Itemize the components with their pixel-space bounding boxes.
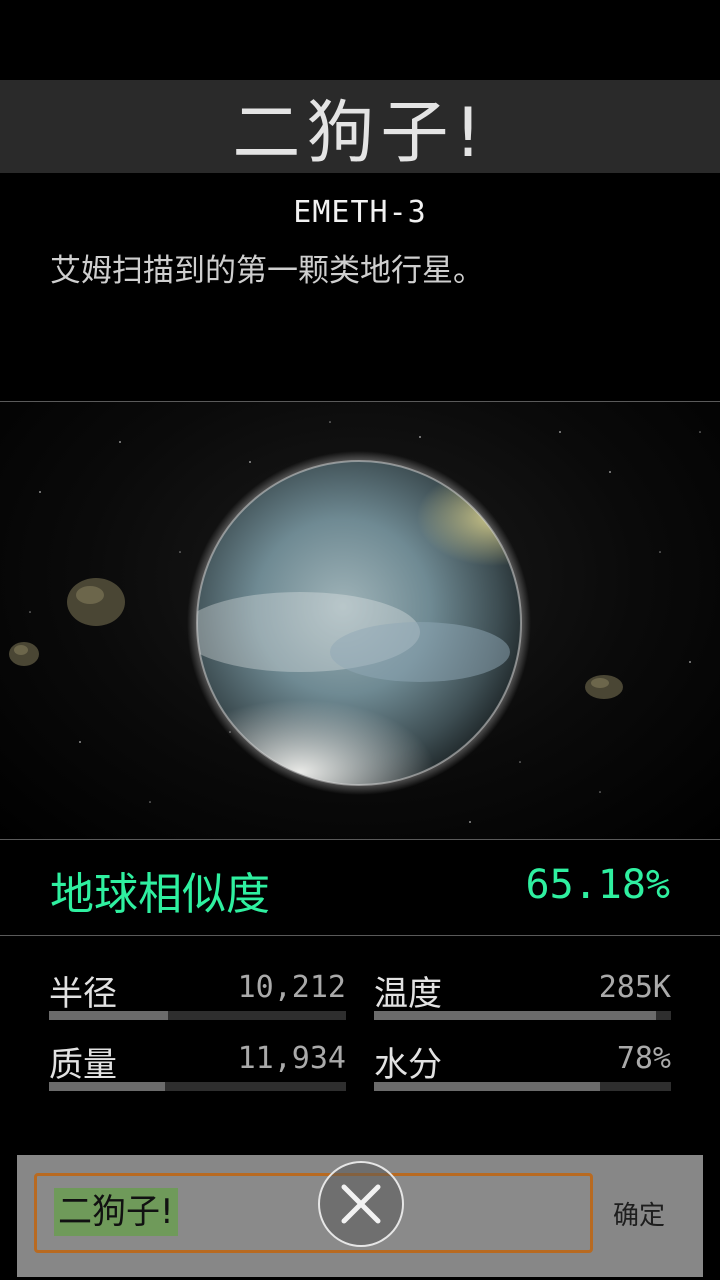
close-button[interactable] — [318, 1161, 404, 1247]
planet-description: 艾姆扫描到的第一颗类地行星。 — [50, 253, 484, 289]
asteroid-right — [585, 675, 623, 699]
asteroid — [67, 578, 125, 626]
stat-water: 水分 78% — [374, 1037, 671, 1091]
asteroid-small — [9, 642, 39, 666]
planet-code: EMETH-3 — [293, 195, 427, 230]
stat-temperature: 温度 285K — [374, 966, 671, 1020]
stat-bar — [49, 1011, 346, 1020]
planet-name-input[interactable]: 二狗子! — [34, 1173, 593, 1253]
planet-name-title: 二狗子! — [232, 94, 488, 173]
stat-value: 78% — [616, 1041, 671, 1076]
stat-label: 半径 — [49, 974, 117, 1014]
stat-label: 温度 — [374, 974, 442, 1014]
stat-radius: 半径 10,212 — [49, 966, 346, 1020]
similarity-label: 地球相似度 — [50, 869, 270, 920]
similarity-value: 65.18% — [525, 862, 671, 908]
stat-value: 10,212 — [237, 970, 346, 1005]
planet-scene — [0, 402, 720, 839]
stat-bar-fill — [374, 1011, 657, 1020]
divider-stats — [0, 935, 720, 936]
stat-mass: 质量 11,934 — [49, 1037, 346, 1091]
stat-label: 质量 — [49, 1045, 117, 1085]
stat-bar — [49, 1082, 346, 1091]
selected-text[interactable]: 二狗子! — [54, 1188, 178, 1236]
planet-illustration — [9, 421, 701, 823]
stat-bar-fill — [374, 1082, 600, 1091]
stat-bar — [374, 1082, 671, 1091]
divider-mid — [0, 839, 720, 840]
stat-value: 11,934 — [237, 1041, 346, 1076]
stat-value: 285K — [598, 970, 671, 1005]
stat-label: 水分 — [374, 1045, 442, 1085]
stat-bar-fill — [49, 1082, 165, 1091]
stat-bar — [374, 1011, 671, 1020]
confirm-button[interactable]: 确定 — [613, 1195, 665, 1232]
title-bar: 二狗子! — [0, 80, 720, 173]
close-icon — [341, 1184, 381, 1224]
stat-bar-fill — [49, 1011, 168, 1020]
